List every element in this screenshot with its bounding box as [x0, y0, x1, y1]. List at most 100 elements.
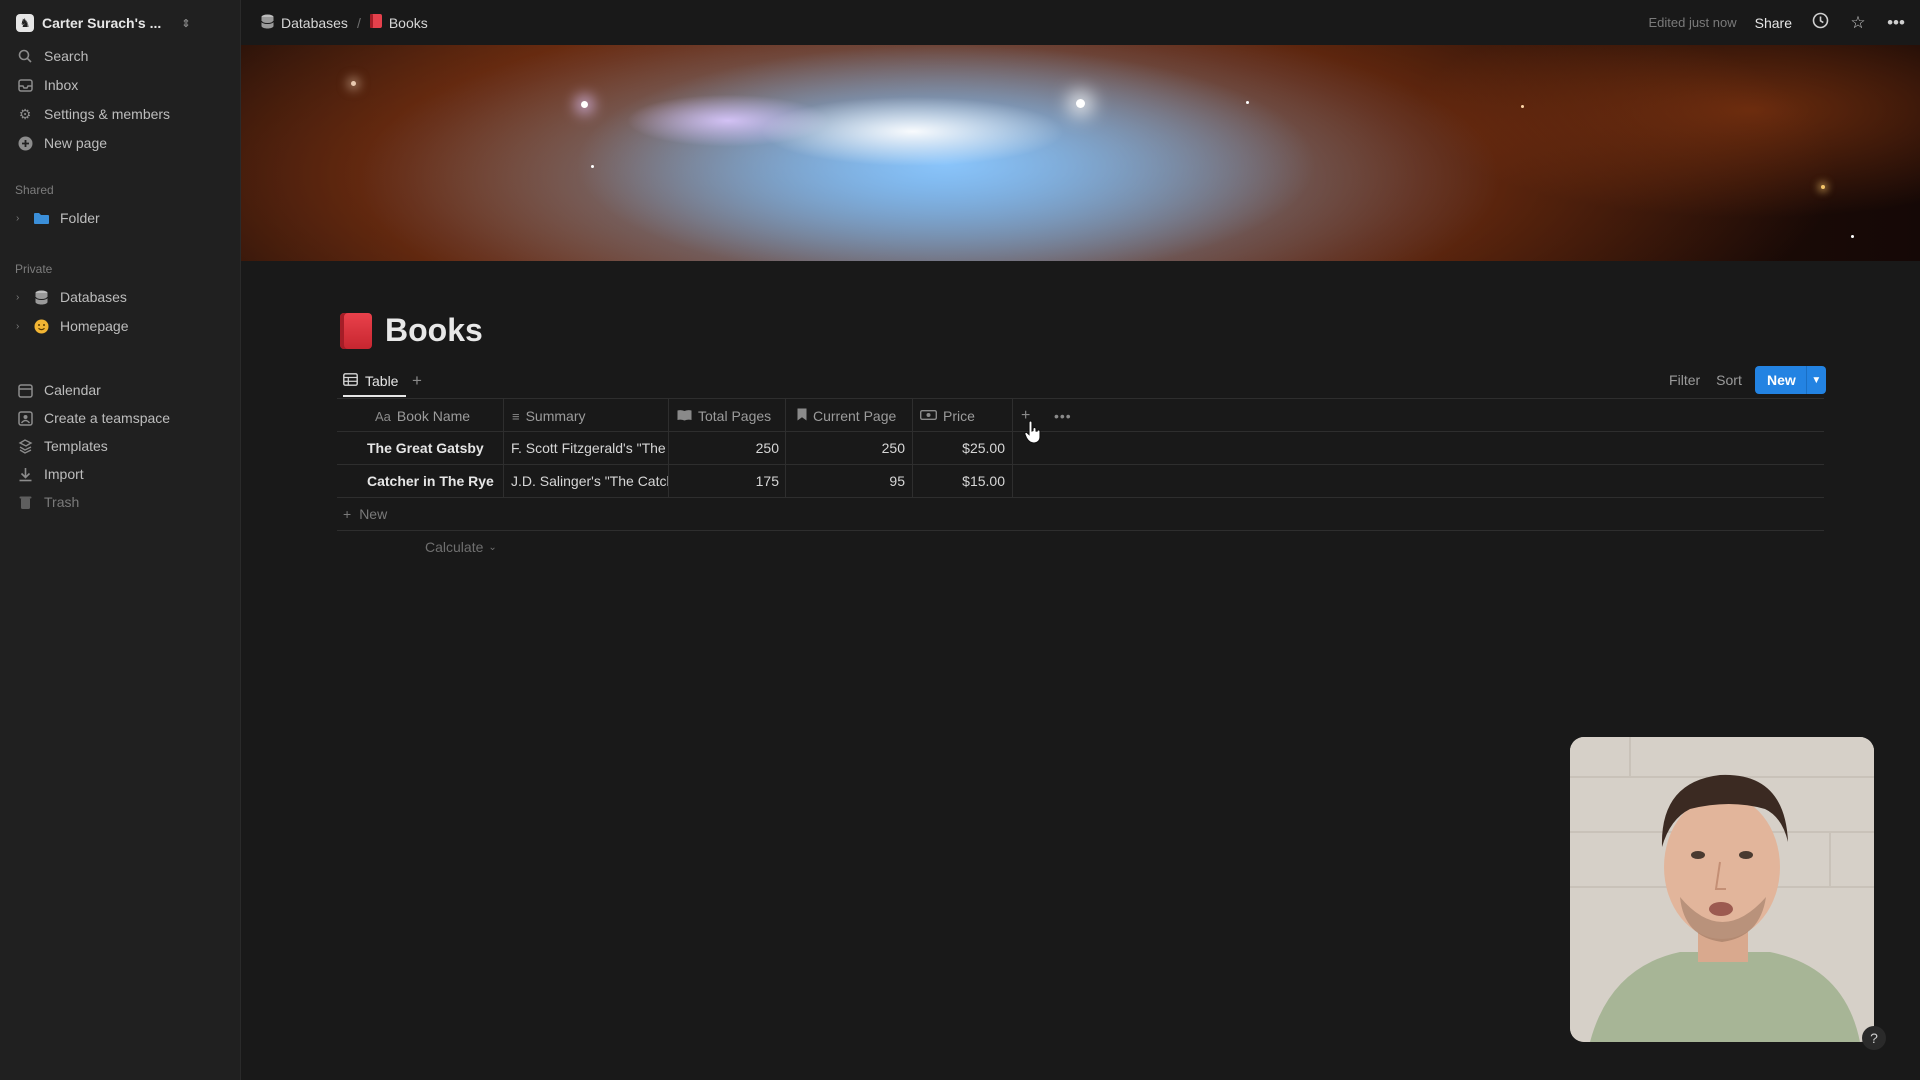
- plus-circle-icon: [16, 134, 34, 152]
- share-button[interactable]: Share: [1755, 15, 1792, 31]
- breadcrumb-books[interactable]: Books: [369, 14, 428, 31]
- chevron-right-icon[interactable]: ›: [16, 213, 26, 224]
- calculate-label: Calculate: [425, 539, 484, 555]
- new-button-label[interactable]: New: [1755, 366, 1806, 394]
- help-button[interactable]: ?: [1862, 1026, 1886, 1050]
- table-divider: [337, 497, 1824, 498]
- hand-cursor-icon: [1024, 420, 1042, 444]
- add-row-button[interactable]: + New: [343, 502, 387, 526]
- page-title[interactable]: Books: [385, 312, 483, 349]
- table-cell-price[interactable]: $25.00: [916, 436, 1005, 460]
- add-row-label: New: [359, 506, 388, 522]
- inbox-icon: [16, 76, 34, 94]
- table-divider: [337, 431, 1824, 432]
- table-divider: [337, 530, 1824, 531]
- workspace-name: Carter Surach's ...: [42, 15, 162, 31]
- cover-star: [581, 101, 588, 108]
- column-header-summary[interactable]: ≡ Summary: [512, 404, 586, 428]
- trash-icon: [16, 493, 34, 511]
- column-header-price[interactable]: Price: [919, 404, 975, 428]
- table-cell-total-pages[interactable]: 250: [672, 436, 779, 460]
- table-cell-total-pages[interactable]: 175: [672, 469, 779, 493]
- more-icon[interactable]: •••: [1886, 13, 1906, 33]
- import-icon: [16, 465, 34, 483]
- sidebar-item-label: New page: [44, 135, 108, 151]
- sidebar-item-inbox[interactable]: Inbox: [16, 73, 78, 97]
- column-header-label: Price: [943, 408, 975, 424]
- table-cell-summary[interactable]: F. Scott Fitzgerald's "The Great Gatsby": [511, 436, 668, 460]
- text-lines-icon: ≡: [512, 408, 520, 424]
- sidebar-item-folder[interactable]: › Folder: [16, 206, 100, 230]
- table-cell-book-name[interactable]: Catcher in The Rye: [367, 469, 501, 493]
- cover-image[interactable]: [241, 45, 1920, 261]
- sidebar-item-create-teamspace[interactable]: Create a teamspace: [16, 406, 170, 430]
- sidebar-item-label: Inbox: [44, 77, 79, 93]
- topbar: Databases / Books Edited just now Share …: [241, 0, 1920, 45]
- column-header-label: Summary: [525, 408, 586, 424]
- table-cell-summary[interactable]: J.D. Salinger's "The Catcher in the Rye": [511, 469, 668, 493]
- star-icon[interactable]: ☆: [1848, 13, 1868, 33]
- column-divider: [668, 398, 669, 497]
- cover-star: [591, 165, 594, 168]
- sidebar-item-templates[interactable]: Templates: [16, 434, 108, 458]
- sidebar: ♞ Carter Surach's ... ⇕ Search Inbox ⚙ S…: [0, 0, 241, 1080]
- clock-icon[interactable]: [1810, 12, 1830, 34]
- sidebar-item-label: Create a teamspace: [44, 410, 171, 426]
- sidebar-item-label: Import: [44, 466, 84, 482]
- sidebar-item-label: Homepage: [60, 318, 129, 334]
- money-icon: [919, 409, 938, 424]
- chevron-down-icon[interactable]: ▼: [1805, 366, 1826, 394]
- breadcrumb-separator: /: [356, 14, 361, 31]
- red-book-icon[interactable]: [340, 313, 372, 349]
- chevron-right-icon[interactable]: ›: [16, 292, 26, 303]
- sidebar-item-label: Calendar: [44, 382, 101, 398]
- calculate-button[interactable]: Calculate ⌄: [425, 535, 497, 559]
- table-icon: [343, 373, 358, 389]
- bookmark-icon: [797, 408, 807, 424]
- table-cell-current-page[interactable]: 250: [790, 436, 905, 460]
- cover-star: [1851, 235, 1854, 238]
- column-header-current-page[interactable]: Current Page: [797, 404, 896, 428]
- sort-button[interactable]: Sort: [1716, 372, 1742, 388]
- search-icon: [16, 47, 34, 65]
- webcam-overlay: [1570, 737, 1874, 1042]
- column-divider: [1012, 398, 1013, 497]
- column-divider: [785, 398, 786, 497]
- sidebar-item-calendar[interactable]: Calendar: [16, 378, 101, 402]
- more-icon[interactable]: •••: [1054, 404, 1072, 428]
- templates-icon: [16, 437, 34, 455]
- column-header-book-name[interactable]: Aa Book Name: [375, 404, 470, 428]
- column-header-label: Total Pages: [698, 408, 772, 424]
- smiley-icon: [32, 317, 50, 335]
- table-cell-current-page[interactable]: 95: [790, 469, 905, 493]
- column-header-label: Book Name: [396, 408, 471, 424]
- tab-table-view[interactable]: Table: [343, 367, 407, 397]
- column-header-total-pages[interactable]: Total Pages: [677, 404, 771, 428]
- sidebar-item-homepage[interactable]: › Homepage: [16, 314, 129, 338]
- book-icon: [369, 14, 382, 31]
- sidebar-item-new-page[interactable]: New page: [16, 131, 107, 155]
- workspace-switcher[interactable]: ♞ Carter Surach's ... ⇕: [16, 11, 191, 35]
- cover-star: [1076, 99, 1085, 108]
- workspace-avatar: ♞: [16, 14, 34, 32]
- table-cell-price[interactable]: $15.00: [916, 469, 1005, 493]
- add-view-button[interactable]: +: [412, 367, 422, 395]
- chevron-right-icon[interactable]: ›: [16, 321, 26, 332]
- new-button[interactable]: New ▼: [1755, 366, 1826, 394]
- sidebar-item-trash[interactable]: Trash: [16, 490, 79, 514]
- sidebar-item-search[interactable]: Search: [16, 44, 88, 68]
- sidebar-item-label: Databases: [60, 289, 127, 305]
- table-cell-book-name[interactable]: The Great Gatsby: [367, 436, 497, 460]
- sidebar-item-import[interactable]: Import: [16, 462, 84, 486]
- filter-button[interactable]: Filter: [1669, 372, 1700, 388]
- breadcrumb-databases[interactable]: Databases: [261, 14, 348, 32]
- sidebar-item-databases[interactable]: › Databases: [16, 285, 127, 309]
- sidebar-item-settings[interactable]: ⚙ Settings & members: [16, 102, 170, 126]
- breadcrumb-label: Books: [388, 14, 428, 31]
- sidebar-item-label: Settings & members: [44, 106, 171, 122]
- edited-status: Edited just now: [1648, 15, 1737, 30]
- gear-icon: ⚙: [18, 105, 32, 122]
- sidebar-item-label: Folder: [60, 210, 100, 226]
- column-divider: [503, 398, 504, 497]
- table-divider: [337, 398, 1824, 399]
